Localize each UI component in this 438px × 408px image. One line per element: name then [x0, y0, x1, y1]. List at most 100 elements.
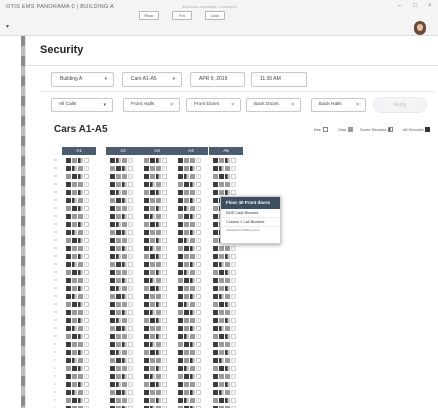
floor-cell-a4[interactable]: [178, 358, 206, 364]
popover-item-custom[interactable]: Custom 1 Call Blocked: [221, 218, 280, 227]
floor-cell-a4[interactable]: [178, 270, 206, 276]
floor-cell-a2[interactable]: [110, 294, 138, 300]
floor-cell-a2[interactable]: [110, 238, 138, 244]
minimize-icon[interactable]: –: [398, 3, 401, 9]
apply-button[interactable]: Apply: [373, 97, 427, 113]
floor-cell-a5[interactable]: [213, 286, 241, 292]
floor-cell-a4[interactable]: [178, 318, 206, 324]
floor-cell-a3[interactable]: [144, 286, 172, 292]
floor-cell-a4[interactable]: [178, 230, 206, 236]
maximize-icon[interactable]: □: [413, 3, 417, 9]
floor-cell-a3[interactable]: [144, 374, 172, 380]
close-icon[interactable]: ×: [291, 99, 294, 111]
floor-cell-a2[interactable]: [110, 206, 138, 212]
chip-back-halls[interactable]: Back Halls ×: [311, 98, 366, 112]
floor-cell-a3[interactable]: [144, 158, 172, 164]
floor-cell-a1[interactable]: [66, 174, 94, 180]
floor-cell-a1[interactable]: [66, 230, 94, 236]
floor-cell-a1[interactable]: [66, 342, 94, 348]
floor-cell-a2[interactable]: [110, 262, 138, 268]
floor-cell-a2[interactable]: [110, 222, 138, 228]
floor-cell-a2[interactable]: [110, 326, 138, 332]
floor-cell-a1[interactable]: [66, 222, 94, 228]
floor-cell-a5[interactable]: [213, 302, 241, 308]
user-avatar[interactable]: [414, 21, 426, 35]
floor-cell-a5[interactable]: [213, 390, 241, 396]
car-header-a2[interactable]: A2: [106, 147, 140, 155]
floor-cell-a5[interactable]: [213, 270, 241, 276]
floor-cell-a5[interactable]: [213, 254, 241, 260]
floor-cell-a2[interactable]: [110, 302, 138, 308]
floor-cell-a4[interactable]: [178, 182, 206, 188]
floor-cell-a4[interactable]: [178, 222, 206, 228]
floor-cell-a5[interactable]: [213, 366, 241, 372]
floor-cell-a1[interactable]: [66, 182, 94, 188]
floor-cell-a4[interactable]: [178, 366, 206, 372]
floor-cell-a2[interactable]: [110, 246, 138, 252]
floor-cell-a1[interactable]: [66, 334, 94, 340]
floor-cell-a3[interactable]: [144, 182, 172, 188]
close-icon[interactable]: ×: [231, 99, 234, 111]
floor-cell-a2[interactable]: [110, 350, 138, 356]
floor-cell-a4[interactable]: [178, 278, 206, 284]
floor-cell-a2[interactable]: [110, 174, 138, 180]
floor-cell-a5[interactable]: [213, 318, 241, 324]
popover-item-ems[interactable]: EMS Calls Blocked: [221, 209, 280, 218]
floor-cell-a1[interactable]: [66, 390, 94, 396]
floor-cell-a1[interactable]: [66, 398, 94, 404]
floor-cell-a3[interactable]: [144, 390, 172, 396]
floor-cell-a5[interactable]: [213, 342, 241, 348]
floor-cell-a1[interactable]: [66, 318, 94, 324]
floor-cell-a3[interactable]: [144, 318, 172, 324]
floor-cell-a3[interactable]: [144, 246, 172, 252]
floor-cell-a5[interactable]: [213, 262, 241, 268]
floor-cell-a3[interactable]: [144, 358, 172, 364]
floor-cell-a4[interactable]: [178, 390, 206, 396]
floor-cell-a3[interactable]: [144, 310, 172, 316]
floor-cell-a1[interactable]: [66, 286, 94, 292]
floor-cell-a5[interactable]: [213, 374, 241, 380]
floor-cell-a1[interactable]: [66, 166, 94, 172]
floor-cell-a2[interactable]: [110, 390, 138, 396]
floor-cell-a3[interactable]: [144, 262, 172, 268]
menu-caret-icon[interactable]: ▾: [6, 23, 9, 30]
floor-cell-a2[interactable]: [110, 198, 138, 204]
floor-cell-a2[interactable]: [110, 158, 138, 164]
car-header-a4[interactable]: A4: [174, 147, 208, 155]
floor-cell-a4[interactable]: [178, 254, 206, 260]
floor-cell-a2[interactable]: [110, 214, 138, 220]
floor-cell-a1[interactable]: [66, 254, 94, 260]
toolbar-button-3[interactable]: Lock: [205, 11, 225, 20]
cars-select[interactable]: Cars A1-A5 ▾: [122, 72, 182, 87]
floor-cell-a2[interactable]: [110, 254, 138, 260]
close-icon[interactable]: ×: [356, 99, 359, 111]
floor-cell-a2[interactable]: [110, 270, 138, 276]
floor-cell-a3[interactable]: [144, 206, 172, 212]
chip-back-doors[interactable]: Back Doors ×: [246, 98, 301, 112]
floor-cell-a1[interactable]: [66, 158, 94, 164]
floor-cell-a2[interactable]: [110, 366, 138, 372]
floor-cell-a1[interactable]: [66, 358, 94, 364]
floor-cell-a5[interactable]: [213, 382, 241, 388]
floor-cell-a5[interactable]: [213, 294, 241, 300]
floor-cell-a1[interactable]: [66, 238, 94, 244]
floor-cell-a1[interactable]: [66, 310, 94, 316]
floor-cell-a4[interactable]: [178, 238, 206, 244]
floor-cell-a3[interactable]: [144, 270, 172, 276]
floor-cell-a3[interactable]: [144, 222, 172, 228]
floor-cell-a5[interactable]: [213, 398, 241, 404]
floor-cell-a1[interactable]: [66, 326, 94, 332]
floor-cell-a2[interactable]: [110, 358, 138, 364]
floor-cell-a3[interactable]: [144, 302, 172, 308]
floor-cell-a5[interactable]: [213, 358, 241, 364]
floor-cell-a4[interactable]: [178, 166, 206, 172]
floor-cell-a4[interactable]: [178, 326, 206, 332]
floor-cell-a3[interactable]: [144, 174, 172, 180]
floor-cell-a5[interactable]: [213, 158, 241, 164]
floor-cell-a2[interactable]: [110, 342, 138, 348]
floor-cell-a2[interactable]: [110, 398, 138, 404]
floor-cell-a4[interactable]: [178, 246, 206, 252]
floor-cell-a4[interactable]: [178, 310, 206, 316]
floor-cell-a5[interactable]: [213, 246, 241, 252]
floor-cell-a1[interactable]: [66, 366, 94, 372]
